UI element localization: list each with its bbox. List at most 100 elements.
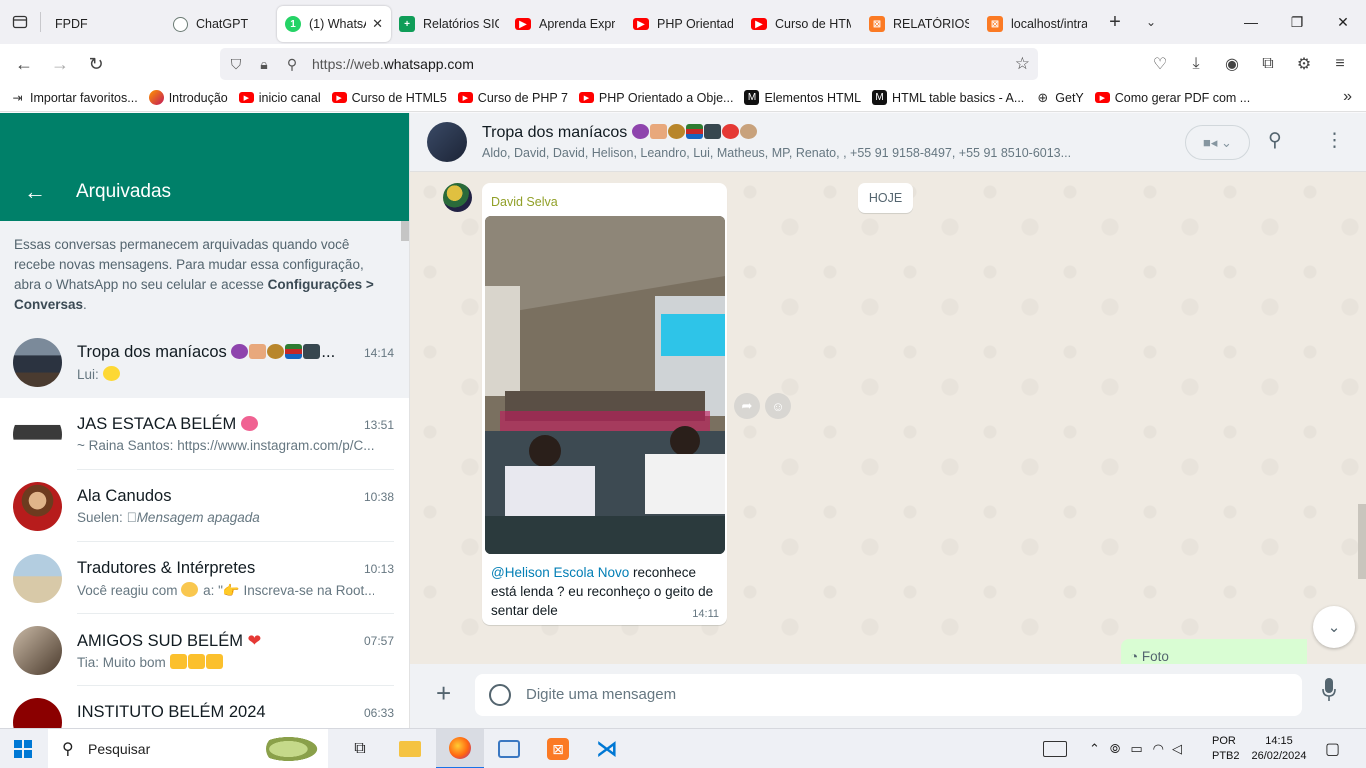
view-once-icon: ◔ bbox=[1130, 649, 1139, 664]
chat-item-ala-canudos[interactable]: Ala Canudos 10:38 Suelen: ⃠Mensagem apag… bbox=[0, 470, 409, 542]
permissions-icon[interactable]: ⚲ bbox=[278, 56, 306, 73]
lock-icon[interactable]: 🔒︎ bbox=[250, 56, 278, 73]
search-icon[interactable]: ⚲ bbox=[1268, 129, 1282, 152]
bookmark-item[interactable]: ▶ Curso de PHP 7 bbox=[457, 91, 568, 105]
chat-item-tradutores[interactable]: Tradutores & Intérpretes 10:13 Você reag… bbox=[0, 542, 409, 614]
vscode-taskbar-button[interactable]: ⋊ bbox=[583, 729, 631, 768]
message-list[interactable]: HOJE David Selva @Helison Escola Novo re… bbox=[410, 172, 1366, 664]
bookmark-item[interactable]: ▶ Curso de HTML5 bbox=[331, 91, 447, 105]
scroll-to-bottom-button[interactable]: ⌄ bbox=[1313, 606, 1355, 648]
bookmark-star-icon[interactable]: ☆ bbox=[1015, 54, 1030, 74]
preview-sender: Lui: bbox=[77, 367, 99, 382]
bookmark-item[interactable]: ⇥ Importar favoritos... bbox=[10, 91, 137, 105]
bookmark-item[interactable]: M HTML table basics - A... bbox=[872, 90, 1024, 105]
extensions-icon[interactable]: ⧉ bbox=[1250, 55, 1286, 73]
chat-item-amigos-sud-belem[interactable]: AMIGOS SUD BELÉM ❤ 07:57 Tia: Muito bom bbox=[0, 614, 409, 686]
firefox-taskbar-button[interactable] bbox=[436, 729, 484, 768]
bookmark-item[interactable]: M Elementos HTML bbox=[744, 90, 861, 105]
news-widget-icon[interactable] bbox=[1043, 741, 1067, 757]
tab-aprenda[interactable]: ▶ Aprenda Expressões bbox=[507, 6, 625, 42]
bookmark-item[interactable]: ▶ inicio canal bbox=[238, 91, 321, 105]
volume-icon[interactable]: ◁ bbox=[1172, 741, 1182, 757]
app-taskbar-button[interactable] bbox=[485, 729, 533, 768]
youtube-icon: ▶ bbox=[751, 18, 767, 30]
tab-chatgpt[interactable]: ChatGPT bbox=[165, 6, 277, 42]
microphone-icon[interactable] bbox=[1322, 678, 1336, 702]
chat-item-tropa-dos-maniacos[interactable]: Tropa dos maníacos ... 14:14 Lui: bbox=[0, 326, 409, 398]
tab-relatorios[interactable]: ⊠ RELATÓRIOS DE bbox=[861, 6, 979, 42]
face-emoji-icon bbox=[739, 124, 757, 139]
tab-curso-html[interactable]: ▶ Curso de HTML bbox=[743, 6, 861, 42]
taskbar-search[interactable]: ⚲ Pesquisar bbox=[48, 729, 328, 768]
task-view-button[interactable]: ⧉ bbox=[336, 729, 384, 768]
mention-link[interactable]: @Helison Escola Novo bbox=[491, 565, 629, 580]
message-input[interactable]: Digite uma mensagem bbox=[475, 674, 1302, 716]
extension-icon[interactable]: ⚙ bbox=[1286, 54, 1322, 74]
message-photo[interactable] bbox=[485, 216, 725, 554]
bookmark-item[interactable]: Introdução bbox=[148, 90, 228, 105]
emoji-icon[interactable] bbox=[489, 684, 511, 706]
close-tab-icon[interactable]: ✕ bbox=[372, 16, 383, 32]
download-icon[interactable]: ⤓ bbox=[1178, 55, 1214, 73]
chevron-down-icon: ⌄ bbox=[1221, 134, 1232, 150]
forward-button[interactable]: → bbox=[42, 48, 78, 80]
tab-localhost[interactable]: ⊠ localhost/intra bbox=[979, 6, 1097, 42]
archived-chats-panel: ← Arquivadas Essas conversas permanecem … bbox=[0, 113, 410, 728]
outgoing-message[interactable]: ◔ Foto bbox=[1121, 639, 1307, 664]
computer-emoji-icon bbox=[303, 344, 321, 359]
sidebar-scrollbar[interactable] bbox=[401, 221, 409, 241]
back-button[interactable]: ← bbox=[6, 48, 42, 80]
tab-fpdf[interactable]: FPDF bbox=[41, 6, 165, 42]
restore-button[interactable]: ❐ bbox=[1274, 0, 1320, 44]
forward-button[interactable]: ➦ bbox=[734, 393, 760, 419]
wifi-icon[interactable]: ◠ bbox=[1153, 741, 1164, 757]
tab-relatorios-sige[interactable]: + Relatórios SIGE bbox=[391, 6, 507, 42]
menu-icon[interactable]: ≡ bbox=[1322, 55, 1358, 73]
taskbar-clock[interactable]: 14:15 26/02/2024 bbox=[1248, 734, 1310, 764]
tab-php-orientado[interactable]: ▶ PHP Orientado bbox=[625, 6, 743, 42]
chat-item-jas-estaca-belem[interactable]: JAS ESTACA BELÉM 13:51 ~ Raina Santos: h… bbox=[0, 398, 409, 470]
address-bar[interactable]: ⛉ 🔒︎ ⚲ https://web.whatsapp.com ☆ bbox=[220, 48, 1038, 80]
windows-start-icon[interactable] bbox=[14, 740, 32, 758]
back-arrow-icon[interactable]: ← bbox=[24, 179, 46, 205]
reload-button[interactable]: ↻ bbox=[78, 48, 114, 80]
preview-sender: Tia: bbox=[77, 655, 100, 670]
notifications-icon[interactable]: ▢ bbox=[1325, 739, 1340, 759]
devil-emoji-icon bbox=[231, 344, 249, 359]
group-name[interactable]: Tropa dos maníacos bbox=[482, 124, 758, 142]
conversation-scrollbar[interactable] bbox=[1358, 504, 1366, 579]
sender-avatar[interactable] bbox=[443, 183, 472, 212]
conversation-header[interactable]: Tropa dos maníacos Aldo, David, David, H… bbox=[410, 113, 1366, 172]
url-text[interactable]: https://web.whatsapp.com bbox=[312, 56, 474, 72]
list-all-tabs-button[interactable]: ⌄ bbox=[1133, 15, 1169, 29]
group-avatar[interactable] bbox=[427, 122, 467, 162]
message-sender[interactable]: David Selva bbox=[491, 195, 558, 209]
chevron-up-icon[interactable]: ⌃ bbox=[1089, 741, 1100, 757]
auditorium-photo-icon bbox=[485, 216, 725, 554]
camera-icon[interactable]: ⦾ bbox=[1110, 741, 1120, 757]
close-window-button[interactable]: ✕ bbox=[1320, 0, 1366, 44]
video-call-button[interactable]: ■◂ ⌄ bbox=[1185, 125, 1250, 160]
bookmark-item[interactable]: ⊕ GetY bbox=[1035, 90, 1083, 105]
tab-whatsapp[interactable]: 1 (1) WhatsApp ✕ bbox=[277, 6, 391, 42]
react-button[interactable]: ☺ bbox=[765, 393, 791, 419]
message-time: 14:11 bbox=[692, 608, 719, 620]
chat-item-instituto-belem[interactable]: INSTITUTO BELÉM 2024 06:33 bbox=[0, 686, 409, 728]
input-language[interactable]: POR PTB2 bbox=[1212, 734, 1240, 764]
account-icon[interactable]: ◉ bbox=[1214, 54, 1250, 74]
bookmark-item[interactable]: ▶ Como gerar PDF com ... bbox=[1094, 91, 1250, 105]
pocket-icon[interactable]: ♡ bbox=[1142, 54, 1178, 74]
xampp-taskbar-button[interactable]: ⊠ bbox=[534, 729, 582, 768]
shield-icon[interactable]: ⛉ bbox=[222, 56, 250, 73]
more-bookmarks-icon[interactable]: » bbox=[1343, 88, 1352, 106]
firefox-view-button[interactable] bbox=[0, 0, 40, 44]
bookmark-item[interactable]: ▶ PHP Orientado a Obje... bbox=[578, 91, 733, 105]
attach-plus-icon[interactable]: + bbox=[436, 678, 451, 709]
new-tab-button[interactable]: + bbox=[1097, 11, 1133, 34]
minimize-button[interactable]: — bbox=[1228, 0, 1274, 44]
battery-icon[interactable]: ▭ bbox=[1130, 741, 1142, 757]
file-explorer-button[interactable] bbox=[386, 729, 434, 768]
more-options-icon[interactable]: ⋮ bbox=[1325, 129, 1344, 152]
incoming-message[interactable]: David Selva @Helison Escola Novo reconhe… bbox=[482, 183, 727, 625]
bookmark-label: Introdução bbox=[168, 90, 228, 105]
